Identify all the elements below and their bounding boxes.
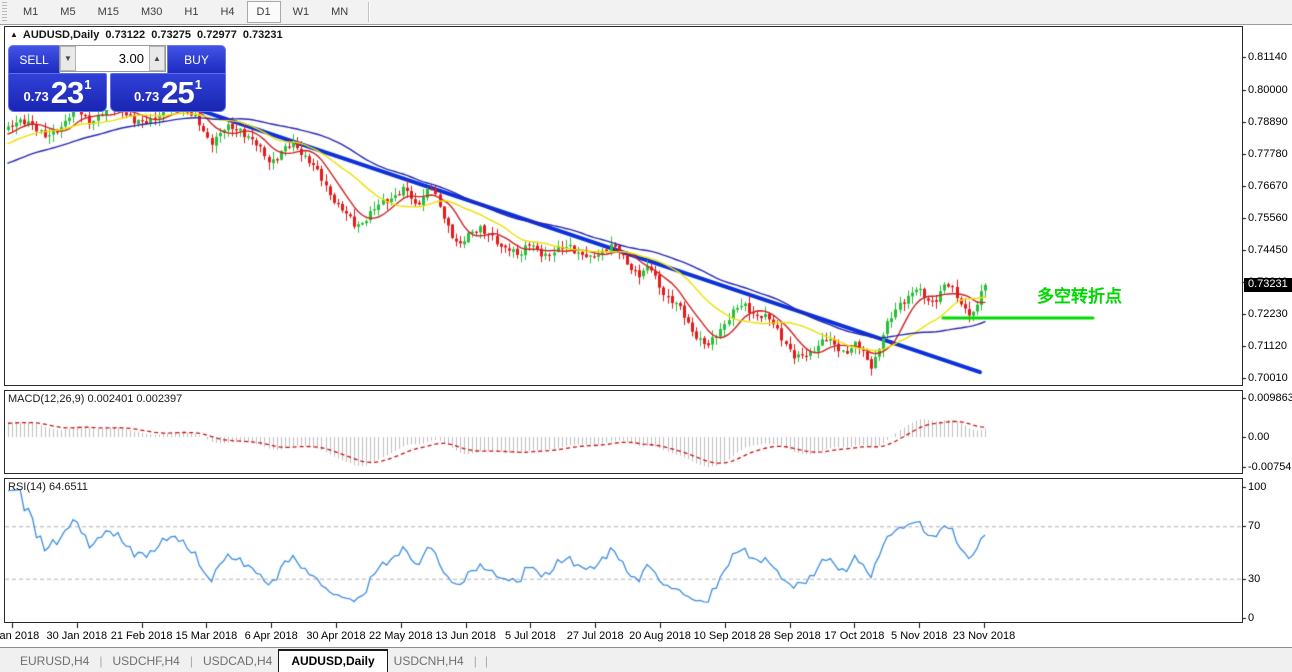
- rsi-axis-label: 30: [1248, 573, 1260, 585]
- chart-tab-bar: EURUSD,H4|USDCHF,H4|USDCAD,H4AUDUSD,Dail…: [0, 647, 1292, 672]
- date-axis-label: 13 Jun 2018: [435, 630, 496, 642]
- price-axis-label: 0.81140: [1248, 51, 1287, 63]
- date-axis-label: 23 Nov 2018: [953, 630, 1015, 642]
- macd-axis-label: 0.009863: [1248, 392, 1292, 404]
- chart-tab-usdcad[interactable]: USDCAD,H4: [197, 649, 278, 672]
- buy-price-small: 0.73: [134, 89, 159, 104]
- symbol-title: AUDUSD,Daily: [23, 29, 99, 41]
- buy-price-pip: 1: [195, 77, 202, 92]
- date-axis-label: 15 Mar 2018: [176, 630, 238, 642]
- sell-price-big: 23: [51, 75, 83, 111]
- date-axis-label: 10 Sep 2018: [694, 630, 756, 642]
- chart-title-ohlc: ▲ AUDUSD,Daily 0.73122 0.73275 0.72977 0.…: [10, 28, 290, 42]
- date-axis-label: 20 Aug 2018: [629, 630, 691, 642]
- timeframe-button-d1[interactable]: D1: [247, 1, 281, 23]
- timeframe-button-m15[interactable]: M15: [88, 1, 129, 23]
- price-axis-label: 0.70010: [1248, 372, 1288, 384]
- timeframe-button-m1[interactable]: M1: [13, 1, 48, 23]
- timeframe-toolbar: M1M5M15M30H1H4D1W1MN: [0, 0, 1292, 25]
- sell-button[interactable]: SELL: [8, 45, 60, 74]
- sell-price-small: 0.73: [23, 89, 48, 104]
- date-axis-label: 30 Apr 2018: [306, 630, 365, 642]
- date-axis-label: 6 Apr 2018: [245, 630, 298, 642]
- volume-spinner: ▼ ▲: [59, 45, 166, 72]
- chart-tab-eurusd[interactable]: EURUSD,H4: [14, 649, 95, 672]
- price-axis-label: 0.72230: [1248, 308, 1288, 320]
- timeframe-button-h4[interactable]: H4: [210, 1, 244, 23]
- sell-price-button[interactable]: 0.73 23 1: [8, 73, 107, 112]
- open-value: 0.73122: [105, 29, 145, 41]
- date-axis-label: 27 Jul 2018: [567, 630, 624, 642]
- date-axis-label: 8 Jan 2018: [0, 630, 39, 642]
- volume-input[interactable]: [76, 46, 149, 71]
- price-axis-label: 0.71120: [1248, 340, 1287, 352]
- volume-decrease-button[interactable]: ▼: [60, 46, 76, 71]
- sell-price-pip: 1: [84, 77, 91, 92]
- date-axis-label: 21 Feb 2018: [111, 630, 173, 642]
- buy-price-big: 25: [161, 75, 193, 111]
- price-axis-label: 0.75560: [1248, 212, 1288, 224]
- annotation-text[interactable]: 多空转折点: [1037, 282, 1122, 307]
- price-axis-label: 0.76670: [1248, 180, 1288, 192]
- buy-price-button[interactable]: 0.73 25 1: [110, 73, 226, 112]
- date-axis-label: 30 Jan 2018: [47, 630, 108, 642]
- macd-label: MACD(12,26,9) 0.002401 0.002397: [8, 393, 182, 405]
- timeframe-button-m30[interactable]: M30: [131, 1, 172, 23]
- low-value: 0.72977: [197, 29, 237, 41]
- chart-tab-usdcnh[interactable]: USDCNH,H4: [388, 649, 470, 672]
- date-axis-label: 17 Oct 2018: [824, 630, 884, 642]
- toolbar-grip-handle[interactable]: [2, 2, 7, 22]
- toolbar-separator: [368, 2, 370, 22]
- timeframe-button-row: M1M5M15M30H1H4D1W1MN: [13, 1, 360, 23]
- tab-separator: |: [470, 654, 481, 668]
- timeframe-button-m5[interactable]: M5: [50, 1, 85, 23]
- rsi-panel[interactable]: [4, 478, 1243, 623]
- high-value: 0.73275: [151, 29, 191, 41]
- buy-button[interactable]: BUY: [167, 45, 226, 74]
- timeframe-button-w1[interactable]: W1: [283, 1, 320, 23]
- rsi-axis-label: 70: [1248, 520, 1260, 532]
- tab-separator: |: [481, 654, 492, 668]
- timeframe-button-h1[interactable]: H1: [174, 1, 208, 23]
- rsi-label: RSI(14) 64.6511: [8, 481, 88, 493]
- close-value: 0.73231: [243, 29, 283, 41]
- timeframe-button-mn[interactable]: MN: [321, 1, 358, 23]
- macd-axis-label: -0.007543: [1248, 461, 1292, 473]
- price-axis-label: 0.78890: [1248, 116, 1288, 128]
- date-axis-label: 22 May 2018: [369, 630, 433, 642]
- current-price-badge: 0.73231: [1244, 278, 1292, 292]
- macd-panel[interactable]: [4, 390, 1243, 474]
- tab-separator: |: [95, 654, 106, 668]
- date-axis-label: 28 Sep 2018: [758, 630, 820, 642]
- volume-increase-button[interactable]: ▲: [149, 46, 165, 71]
- trading-terminal-window: M1M5M15M30H1H4D1W1MN ▲AUDUSD,Daily 0.731…: [0, 0, 1292, 672]
- date-axis-label: 5 Nov 2018: [891, 630, 947, 642]
- macd-axis-label: 0.00: [1248, 431, 1269, 443]
- one-click-trading-panel: SELL ▼ ▲ BUY 0.73 23 1 0.73 25 1: [8, 45, 224, 110]
- price-axis-label: 0.74450: [1248, 244, 1288, 256]
- chart-tab-audusd[interactable]: AUDUSD,Daily: [278, 649, 387, 672]
- tab-separator: |: [186, 654, 197, 668]
- chart-tab-usdchf[interactable]: USDCHF,H4: [106, 649, 185, 672]
- date-axis-label: 5 Jul 2018: [505, 630, 556, 642]
- collapse-triangle-icon[interactable]: ▲: [10, 30, 18, 39]
- rsi-axis-label: 100: [1248, 481, 1266, 493]
- rsi-axis-label: 0: [1248, 612, 1254, 624]
- price-axis-label: 0.80000: [1248, 84, 1288, 96]
- price-axis-label: 0.77780: [1248, 148, 1288, 160]
